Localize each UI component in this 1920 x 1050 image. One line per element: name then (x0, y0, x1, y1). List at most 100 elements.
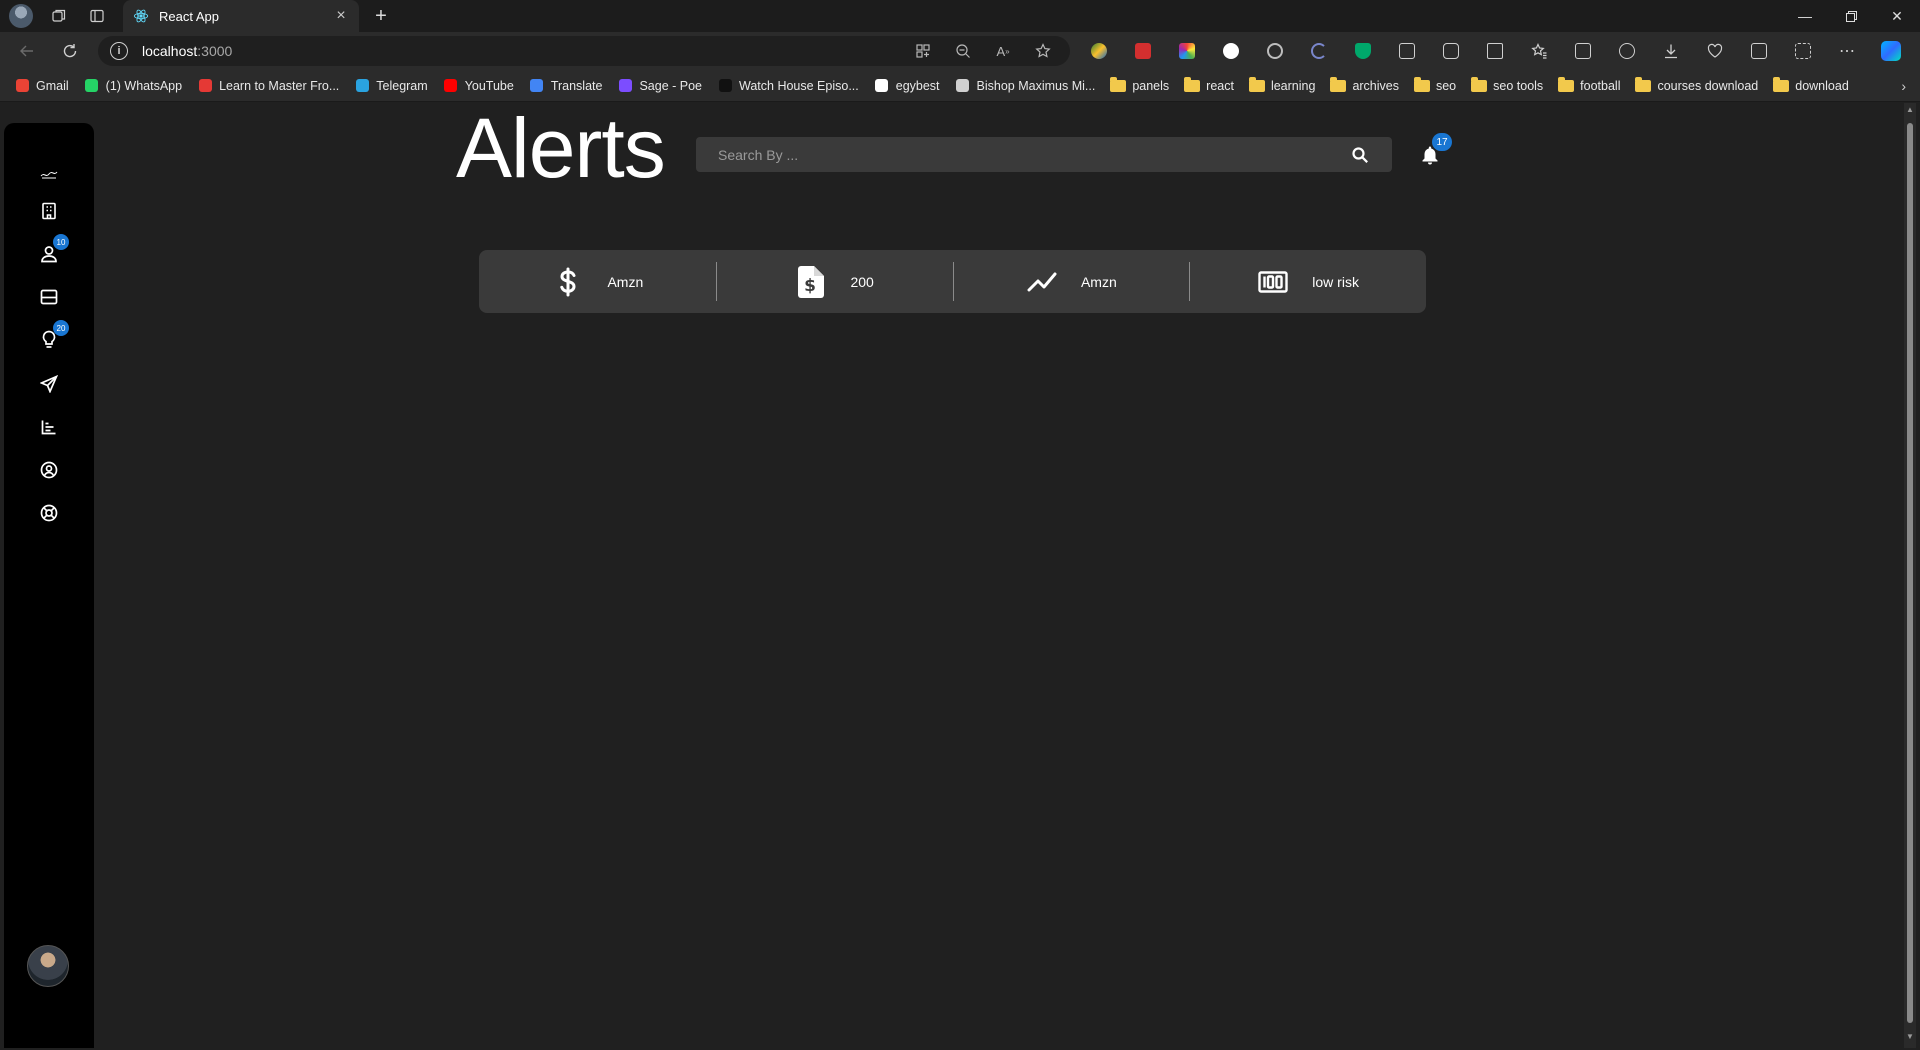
address-bar[interactable]: i localhost:3000 A» (98, 36, 1070, 66)
site-info-icon[interactable]: i (110, 42, 128, 60)
browser-tab-active[interactable]: React App × (123, 0, 359, 32)
extension-target-icon[interactable] (1260, 36, 1290, 66)
send-icon[interactable] (35, 370, 63, 398)
zoom-out-icon[interactable] (948, 39, 978, 63)
bookmark-label: Translate (550, 78, 603, 93)
folder-icon (1110, 76, 1127, 93)
downloads-icon[interactable] (1656, 36, 1686, 66)
bookmark-label: Bishop Maximus Mi... (976, 78, 1096, 93)
refresh-icon[interactable] (54, 35, 86, 67)
extensions-row: ⋯ (1084, 36, 1920, 66)
search-icon[interactable] (1350, 145, 1370, 165)
extension-color-picker-icon[interactable] (1172, 36, 1202, 66)
page-title: Alerts (456, 101, 666, 195)
bookmark-item[interactable]: panels (1110, 76, 1169, 93)
bookmark-label: Watch House Episo... (739, 78, 859, 93)
folder-icon (1413, 76, 1430, 93)
bookmark-label: Learn to Master Fro... (219, 78, 340, 93)
tab-close-icon[interactable]: × (333, 8, 349, 24)
building-icon[interactable] (35, 197, 63, 225)
page-scrollbar[interactable]: ▲ ▼ (1904, 103, 1916, 1048)
bookmark-item[interactable]: seo (1413, 76, 1456, 93)
youtube-icon (443, 79, 459, 93)
scroll-down-icon[interactable]: ▼ (1904, 1032, 1916, 1046)
profile-avatar[interactable] (9, 4, 33, 28)
back-arrow-icon[interactable] (11, 35, 43, 67)
folder-icon (1184, 76, 1201, 93)
bookmarks-bar: Gmail (1) WhatsApp Learn to Master Fro... T… (0, 70, 1920, 102)
frontend-master-icon (197, 79, 213, 93)
bookmark-label: Gmail (36, 78, 69, 93)
react-icon (133, 8, 149, 24)
bookmark-item[interactable]: Sage - Poe (617, 79, 702, 93)
bookmark-item[interactable]: Learn to Master Fro... (197, 79, 339, 93)
search-input[interactable] (718, 146, 1350, 163)
browser-essentials-icon[interactable] (1744, 36, 1774, 66)
bookmark-item[interactable]: egybest (874, 79, 940, 93)
bookmark-item[interactable]: Translate (529, 78, 603, 93)
extension-red-icon[interactable] (1128, 36, 1158, 66)
bookmark-label: learning (1270, 78, 1316, 93)
lifebuoy-icon[interactable] (35, 499, 63, 527)
bookmark-item[interactable]: archives (1330, 76, 1399, 93)
stat-trend: Amzn (952, 250, 1190, 313)
bookmark-item[interactable]: react (1184, 76, 1234, 93)
scroll-up-icon[interactable]: ▲ (1904, 105, 1916, 119)
split-screen-icon[interactable] (1480, 36, 1510, 66)
bookmark-item[interactable]: courses download (1635, 76, 1758, 93)
inbox-icon[interactable] (35, 283, 63, 311)
extension-translate-icon[interactable] (1392, 36, 1422, 66)
screenshot-icon[interactable] (1788, 36, 1818, 66)
bookmark-label: Sage - Poe (639, 78, 703, 93)
restore-icon[interactable] (1828, 0, 1874, 32)
bookmark-item[interactable]: Bishop Maximus Mi... (955, 78, 1096, 93)
svg-text:$: $ (805, 276, 817, 296)
bar-chart-icon[interactable] (35, 413, 63, 441)
bookmark-item[interactable]: Gmail (14, 79, 69, 93)
account-circle-icon[interactable] (35, 456, 63, 484)
translate-icon (529, 79, 545, 93)
scroll-thumb[interactable] (1907, 123, 1913, 1023)
copilot-icon[interactable] (1876, 36, 1906, 66)
page-icon (955, 79, 971, 93)
bookmark-item[interactable]: seo tools (1471, 76, 1543, 93)
bookmark-label: egybest (895, 78, 940, 93)
stat-value: Amzn (607, 273, 644, 290)
close-window-icon[interactable]: ✕ (1874, 0, 1920, 32)
favorite-star-icon[interactable] (1028, 39, 1058, 63)
stat-value: low risk (1312, 273, 1359, 290)
url-text[interactable]: localhost:3000 (142, 43, 898, 59)
extension-shield-icon[interactable] (1348, 36, 1378, 66)
bookmark-item[interactable]: learning (1248, 76, 1316, 93)
extension-moon-icon[interactable] (1304, 36, 1334, 66)
telegram-icon (354, 79, 370, 93)
stat-amount: $ 200 (715, 250, 953, 313)
lightbulb-icon[interactable]: 20 (35, 320, 69, 354)
performance-heart-icon[interactable] (1700, 36, 1730, 66)
more-menu-icon[interactable]: ⋯ (1832, 36, 1862, 66)
bookmark-item[interactable]: Telegram (354, 79, 428, 93)
vertical-tabs-icon[interactable] (85, 4, 109, 28)
bookmark-item[interactable]: football (1558, 76, 1620, 93)
new-tab-button[interactable]: + (367, 2, 395, 30)
user-avatar[interactable] (27, 945, 69, 987)
bookmark-item[interactable]: Watch House Episo... (717, 79, 859, 93)
notifications-bell-icon[interactable]: 17 (1418, 133, 1452, 167)
person-icon[interactable]: 10 (35, 234, 69, 268)
bookmark-item[interactable]: download (1773, 76, 1849, 93)
app-available-icon[interactable] (908, 39, 938, 63)
bookmarks-overflow-chevron-icon[interactable]: › (1901, 78, 1906, 94)
collections-icon[interactable] (1568, 36, 1598, 66)
extension-pen-icon[interactable] (1216, 36, 1246, 66)
read-aloud-icon[interactable]: A» (988, 39, 1018, 63)
logo-icon[interactable] (35, 161, 63, 189)
bookmark-label: (1) WhatsApp (105, 78, 183, 93)
minimize-icon[interactable]: — (1782, 0, 1828, 32)
favorites-icon[interactable] (1524, 36, 1554, 66)
extension-map-icon[interactable] (1084, 36, 1114, 66)
bookmark-item[interactable]: (1) WhatsApp (84, 79, 182, 93)
bookmark-item[interactable]: YouTube (443, 79, 514, 93)
workspaces-icon[interactable] (47, 4, 71, 28)
history-icon[interactable] (1612, 36, 1642, 66)
extensions-puzzle-icon[interactable] (1436, 36, 1466, 66)
